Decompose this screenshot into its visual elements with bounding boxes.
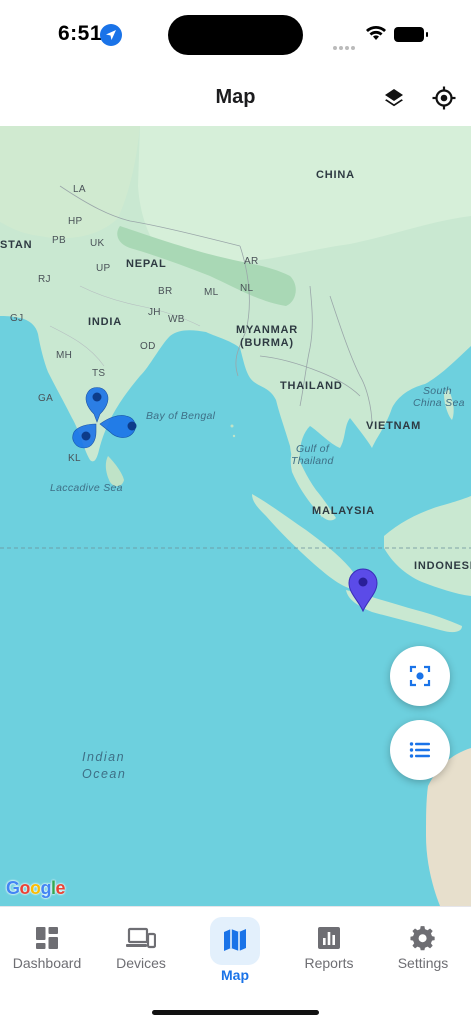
devices-icon [126, 927, 156, 949]
map-label-stan: STAN [0, 239, 33, 251]
map-label-gj: GJ [10, 313, 24, 324]
map-label-vietnam: VIETNAM [366, 420, 422, 432]
map-label-br: BR [158, 286, 173, 297]
tab-devices[interactable]: Devices [96, 917, 186, 987]
map-label-rj: RJ [38, 274, 51, 285]
device-location-pin[interactable] [346, 566, 380, 612]
tab-label-settings: Settings [397, 955, 449, 971]
app-header: Map [0, 70, 471, 126]
map-label-mh: MH [56, 350, 73, 361]
bottom-tab-bar: Dashboard Devices Map Reports Settings [0, 906, 471, 1024]
tab-label-dashboard: Dashboard [12, 955, 82, 971]
map-label-uk: UK [90, 238, 105, 249]
map-label-hp: HP [68, 216, 83, 227]
map-label-indian-ocean-2: Ocean [82, 767, 127, 781]
list-icon [409, 742, 430, 758]
reports-icon [318, 927, 340, 949]
layers-icon [385, 89, 403, 107]
tab-dashboard[interactable]: Dashboard [2, 917, 92, 987]
map-label-ar: AR [244, 256, 259, 267]
map-label-nl: NL [240, 283, 254, 294]
tab-settings[interactable]: Settings [378, 917, 468, 987]
fit-to-markers-button[interactable] [390, 646, 450, 706]
map-label-indonesia: INDONESIA [414, 560, 471, 572]
google-attribution-logo: Google [6, 878, 66, 898]
home-indicator [152, 1010, 319, 1015]
map-label-ga: GA [38, 393, 54, 404]
my-location-button[interactable] [428, 82, 460, 114]
map-label-thailand: THAILAND [280, 380, 343, 392]
map-label-ml: ML [204, 287, 219, 298]
map-label-jh: JH [148, 307, 161, 318]
map-label-laccadive-sea: Laccadive Sea [50, 482, 123, 494]
map-label-gulf-thailand-2: Thailand [291, 455, 334, 467]
map-label-ts: TS [92, 368, 106, 379]
gps-target-icon [432, 86, 456, 110]
wifi-icon [365, 24, 387, 47]
focus-frame-icon [409, 665, 431, 687]
map-label-india: INDIA [88, 316, 122, 328]
dynamic-island [168, 15, 303, 55]
map-label-gulf-thailand-1: Gulf of [296, 443, 330, 455]
status-time: 6:51 [58, 22, 103, 45]
map-label-burma: (BURMA) [240, 337, 294, 349]
dashboard-icon [36, 927, 58, 949]
map-label-malaysia: MALAYSIA [312, 505, 375, 517]
map-label-china: CHINA [316, 169, 355, 181]
map-label-nepal: NEPAL [126, 258, 167, 270]
device-list-button[interactable] [390, 720, 450, 780]
location-arrow-icon [100, 24, 122, 46]
map-base-layer [0, 126, 471, 906]
tab-label-reports: Reports [304, 955, 354, 971]
layers-button[interactable] [378, 82, 410, 114]
map-label-south-china-sea-2: China Sea [413, 397, 465, 409]
map-label-bay-of-bengal: Bay of Bengal [146, 410, 216, 422]
tab-reports[interactable]: Reports [284, 917, 374, 987]
map-label-wb: WB [168, 314, 185, 325]
device-cluster-marker[interactable] [66, 382, 150, 454]
map-label-south-china-sea-1: South [423, 385, 452, 397]
map-view[interactable]: CHINA NEPAL INDIA MYANMAR (BURMA) THAILA… [0, 126, 471, 906]
map-label-pb: PB [52, 235, 66, 246]
map-label-od: OD [140, 341, 156, 352]
cellular-signal-icon [333, 37, 357, 55]
status-bar: 6:51 [0, 0, 471, 70]
map-label-up: UP [96, 263, 111, 274]
map-label-kl: KL [68, 453, 81, 464]
map-label-myanmar: MYANMAR [236, 324, 299, 336]
tab-label-devices: Devices [116, 955, 166, 971]
map-label-indian-ocean-1: Indian [82, 750, 126, 764]
map-label-la: LA [73, 184, 86, 195]
gear-icon [410, 926, 435, 951]
battery-icon [394, 27, 428, 42]
tab-label-map: Map [221, 967, 249, 983]
map-icon [224, 929, 246, 951]
tab-map[interactable]: Map [190, 917, 280, 987]
